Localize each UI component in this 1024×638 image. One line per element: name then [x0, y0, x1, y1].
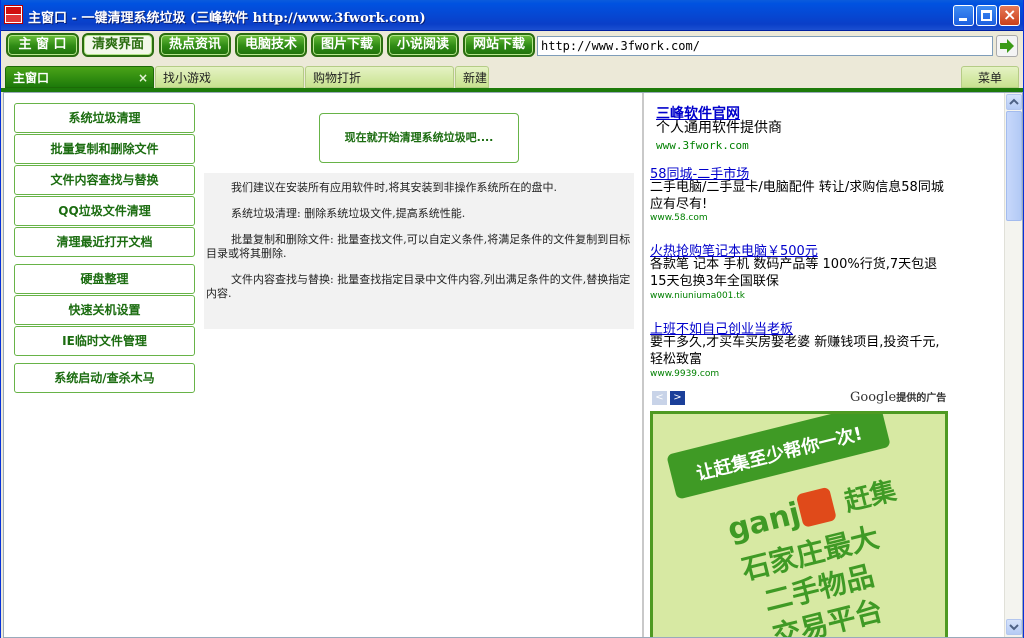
ganji-banner-ad[interactable]: 让赶集至少帮你一次! ganji 赶集 石家庄最大 二手物品 交易平台	[650, 411, 948, 637]
menu-tab[interactable]: 菜单	[961, 66, 1019, 88]
ad-prev-button[interactable]: <	[652, 391, 667, 405]
title-bar[interactable]: 主窗口 - 一键清理系统垃圾 (三峰软件 http://www.3fwork.c…	[1, 0, 1023, 31]
ad-pane: 三峰软件官网 个人通用软件提供商 www.3fwork.com 58同城-二手市…	[644, 93, 1004, 637]
nav-novel-button[interactable]: 小说阅读	[387, 33, 459, 57]
window-title: 主窗口 - 一键清理系统垃圾 (三峰软件 http://www.3fwork.c…	[28, 11, 426, 26]
info-panel: 我们建议在安装所有应用软件时,将其安装到非操作系统所在的盘中. 系统垃圾清理: …	[204, 173, 634, 329]
nav-image-download-button[interactable]: 图片下载	[311, 33, 383, 57]
maximize-button[interactable]	[976, 5, 997, 26]
ad-url[interactable]: www.58.com	[650, 213, 708, 223]
main-pane: 系统垃圾清理 批量复制和删除文件 文件内容查找与替换 QQ垃圾文件清理 清理最近…	[4, 93, 642, 637]
info-paragraph: 批量复制和删除文件: 批量查找文件,可以自定义条件,将满足条件的文件复制到目标目…	[206, 233, 631, 260]
close-icon: ×	[1003, 5, 1017, 24]
sidebar-item-ie-temp[interactable]: IE临时文件管理	[14, 326, 195, 356]
minimize-icon	[959, 18, 967, 21]
tab-find-games[interactable]: 找小游戏	[155, 66, 304, 88]
go-button[interactable]	[996, 35, 1018, 57]
ads-by-label: 提供的广告	[896, 393, 947, 404]
start-cleaning-button[interactable]: 现在就开始清理系统垃圾吧....	[319, 113, 519, 163]
sidebar-item-startup-trojan[interactable]: 系统启动/查杀木马	[14, 363, 195, 393]
ad-featured-desc: 个人通用软件提供商	[656, 120, 782, 136]
scroll-up-button[interactable]	[1006, 94, 1022, 110]
sidebar-item-qq-junk[interactable]: QQ垃圾文件清理	[14, 196, 195, 226]
info-paragraph: 我们建议在安装所有应用软件时,将其安装到非操作系统所在的盘中.	[231, 181, 557, 194]
maximize-icon	[981, 10, 992, 21]
tab-label: 主窗口	[13, 71, 50, 85]
app-window: 主窗口 - 一键清理系统垃圾 (三峰软件 http://www.3fwork.c…	[0, 0, 1024, 638]
nav-clean-view-button[interactable]: 清爽界面	[82, 33, 154, 57]
google-ads-label[interactable]: Google提供的广告	[850, 389, 946, 405]
chevron-down-icon	[1009, 624, 1019, 631]
banner-graphic: 让赶集至少帮你一次! ganji 赶集 石家庄最大 二手物品 交易平台	[653, 414, 945, 637]
info-paragraph: 文件内容查找与替换: 批量查找指定目录中文件内容,列出满足条件的文件,替换指定内…	[206, 273, 631, 300]
sidebar-item-find-replace[interactable]: 文件内容查找与替换	[14, 165, 195, 195]
tab-close-icon[interactable]: ×	[138, 67, 148, 89]
ad-url[interactable]: www.niuniuma001.tk	[650, 291, 745, 301]
info-paragraph: 系统垃圾清理: 删除系统垃圾文件,提高系统性能.	[231, 207, 466, 220]
ad-desc: 要干多久,才买车买房娶老婆 新赚钱项目,投资千元,轻松致富	[650, 335, 940, 367]
toolbar: 主 窗 口 清爽界面 热点资讯 电脑技术 图片下载 小说阅读 网站下载 http…	[1, 31, 1023, 62]
sidebar-item-disk-defrag[interactable]: 硬盘整理	[14, 264, 195, 294]
tab-shopping-discount[interactable]: 购物打折	[305, 66, 454, 88]
sidebar-item-system-junk[interactable]: 系统垃圾清理	[14, 103, 195, 133]
google-logo-text: Google	[850, 390, 897, 405]
content-area: 系统垃圾清理 批量复制和删除文件 文件内容查找与替换 QQ垃圾文件清理 清理最近…	[3, 92, 1023, 638]
address-bar-input[interactable]: http://www.3fwork.com/	[537, 36, 993, 56]
ad-url[interactable]: www.9939.com	[650, 369, 719, 379]
ad-desc: 二手电脑/二手显卡/电脑配件 转让/求购信息58同城应有尽有!	[650, 180, 944, 212]
sidebar-item-recent-docs[interactable]: 清理最近打开文档	[14, 227, 195, 257]
nav-hot-news-button[interactable]: 热点资讯	[159, 33, 231, 57]
nav-site-download-button[interactable]: 网站下载	[463, 33, 535, 57]
vertical-scrollbar[interactable]	[1004, 93, 1022, 637]
nav-main-window-button[interactable]: 主 窗 口	[6, 33, 79, 57]
ad-featured-url[interactable]: www.3fwork.com	[656, 139, 749, 152]
app-icon	[4, 5, 23, 24]
sidebar-item-batch-copy-delete[interactable]: 批量复制和删除文件	[14, 134, 195, 164]
scroll-thumb[interactable]	[1006, 111, 1022, 221]
sidebar-item-quick-shutdown[interactable]: 快速关机设置	[14, 295, 195, 325]
ad-next-button[interactable]: >	[670, 391, 685, 405]
tab-strip: 主窗口 × 找小游戏 购物打折 新建 菜单	[1, 62, 1023, 90]
close-button[interactable]: ×	[999, 5, 1020, 26]
nav-pc-tech-button[interactable]: 电脑技术	[235, 33, 307, 57]
go-arrow-icon	[1000, 39, 1014, 53]
minimize-button[interactable]	[953, 5, 974, 26]
tab-new[interactable]: 新建	[455, 66, 489, 88]
ad-desc: 各款笔 记本 手机 数码产品等 100%行货,7天包退15天包换3年全国联保	[650, 257, 938, 289]
chevron-up-icon	[1009, 98, 1019, 105]
scroll-down-button[interactable]	[1006, 619, 1022, 635]
tab-main-window[interactable]: 主窗口 ×	[5, 66, 154, 88]
